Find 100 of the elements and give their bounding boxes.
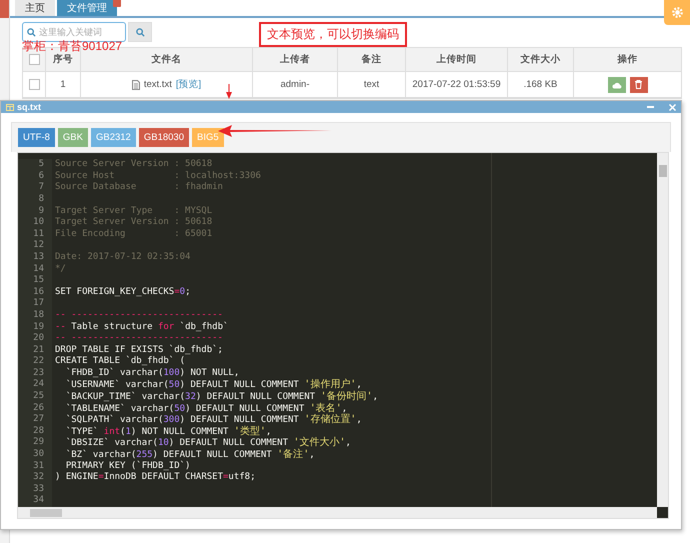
select-all-checkbox[interactable] — [28, 54, 40, 65]
code-text: `BZ` varchar( — [64, 450, 136, 460]
search-icon — [136, 28, 144, 36]
comment-dash: -- ---------------------------- — [55, 333, 223, 344]
search-icon — [27, 28, 36, 37]
line-number: 12 — [33, 240, 44, 252]
preview-link[interactable]: [预览] — [176, 78, 202, 91]
code-text: ( — [120, 426, 126, 437]
table-cell: .168 KB — [508, 72, 574, 97]
line-number: 9 — [38, 206, 44, 217]
comment-text: Source Host : localhost:3306 — [55, 170, 261, 181]
close-icon[interactable] — [113, 0, 121, 7]
down-arrow — [225, 84, 233, 99]
number-text: 50 — [174, 404, 186, 414]
scroll-thumb[interactable] — [658, 165, 666, 178]
string-text: '操作用户' — [304, 379, 356, 390]
code-text: `BACKUP_TIME` varchar( — [64, 392, 186, 402]
column-header: 备注 — [338, 48, 406, 71]
code-text: , — [345, 438, 351, 448]
code-text: `DBSIZE` varchar( — [64, 438, 158, 448]
code-text: , — [356, 380, 362, 390]
string-text: '类型' — [234, 426, 266, 437]
line-number: 27 — [33, 414, 44, 426]
comment-dash: -- — [55, 322, 66, 332]
code-text: ) DEFAULT NULL COMMENT — [185, 404, 306, 414]
line-number: 30 — [33, 449, 44, 461]
line-number: 28 — [33, 426, 44, 437]
comment-text: Target Server Type : MYSQL — [55, 206, 212, 216]
column-header: 上传时间 — [406, 48, 508, 71]
code-text: ) NOT NULL, — [180, 368, 240, 378]
code-text: InnoDB DEFAULT CHARSET — [104, 472, 223, 482]
line-number: 26 — [33, 402, 44, 414]
row-checkbox[interactable] — [28, 79, 40, 90]
encoding-button[interactable]: UTF-8 — [18, 128, 55, 148]
code-text: ) DEFAULT NULL COMMENT — [168, 438, 290, 448]
number-text: 0 — [180, 286, 186, 297]
code-text: ) DEFAULT NULL COMMENT — [180, 380, 300, 390]
keyword-text: for — [158, 322, 174, 332]
code-text: ) ENGINE — [55, 472, 98, 482]
string-text: '表名' — [310, 402, 342, 414]
code-text: ) DEFAULT NULL COMMENT — [180, 415, 300, 426]
line-number: 19 — [33, 322, 44, 333]
code-text: `TYPE` — [64, 426, 100, 437]
code-text: , — [266, 426, 272, 437]
string-text: '存储位置' — [304, 414, 356, 426]
keyword-text: = — [174, 286, 180, 297]
code-text: , — [356, 415, 362, 426]
number-text: 100 — [163, 368, 180, 378]
scroll-thumb[interactable] — [30, 508, 62, 516]
settings-button[interactable] — [664, 0, 690, 25]
search-button[interactable] — [128, 22, 152, 42]
code-text: DROP TABLE IF EXISTS `db_fhdb`; — [55, 344, 223, 355]
file-name: text.txt — [144, 79, 172, 90]
line-number: 15 — [33, 275, 44, 287]
line-number: 5 — [38, 159, 44, 171]
code-text: , — [309, 450, 315, 460]
delete-button[interactable] — [630, 76, 648, 92]
code-text: `FHDB_ID` varchar( — [64, 368, 164, 378]
line-number: 17 — [33, 298, 44, 310]
code-text: , — [342, 404, 348, 414]
column-header: 操作 — [616, 53, 638, 67]
line-number: 31 — [33, 460, 44, 472]
keyword-text: int — [104, 426, 120, 437]
code-text: ) DEFAULT NULL COMMENT — [196, 392, 316, 402]
code-text: SET FOREIGN_KEY_CHECKS — [55, 286, 174, 297]
encoding-button[interactable]: GB18030 — [138, 128, 190, 148]
download-button[interactable] — [608, 76, 626, 92]
line-number: 22 — [33, 356, 44, 368]
comment-text: Source Server Version : 50618 — [55, 159, 212, 170]
line-number: 34 — [33, 495, 44, 507]
number-text: 10 — [158, 438, 169, 448]
line-number: 21 — [33, 344, 44, 356]
number-text: 255 — [136, 450, 153, 460]
line-number: 20 — [33, 333, 44, 345]
line-number: 23 — [33, 368, 44, 379]
line-number: 14 — [33, 264, 44, 276]
line-number: 13 — [33, 252, 44, 264]
line-number: 11 — [33, 228, 44, 240]
close-icon[interactable] — [669, 104, 676, 111]
column-header: 文件大小 — [508, 48, 574, 71]
table-cell: 1 — [46, 72, 81, 97]
keyword-text: = — [223, 472, 228, 482]
table-cell: admin- — [253, 72, 338, 97]
code-text: CREATE TABLE `db_fhdb` ( — [55, 356, 186, 366]
number-text: 32 — [185, 392, 196, 402]
minimize-icon[interactable] — [647, 106, 654, 109]
encoding-button[interactable]: GBK — [58, 128, 88, 148]
file-icon — [132, 80, 140, 90]
tab[interactable]: 主页 — [15, 0, 55, 16]
horizontal-scrollbar[interactable] — [18, 507, 657, 518]
string-text: '备份时间' — [320, 391, 373, 402]
sidebar-marker — [0, 0, 9, 18]
code-text: `db_fhdb` — [178, 322, 228, 332]
vertical-scrollbar[interactable] — [657, 153, 668, 507]
line-number: 18 — [33, 310, 44, 322]
dialog-title: sq.txt — [17, 102, 42, 112]
comment-dash: -- ---------------------------- — [55, 310, 223, 320]
encoding-button[interactable]: GB2312 — [90, 128, 136, 148]
number-text: 1 — [125, 426, 131, 437]
code-text: Table structure — [70, 322, 154, 332]
